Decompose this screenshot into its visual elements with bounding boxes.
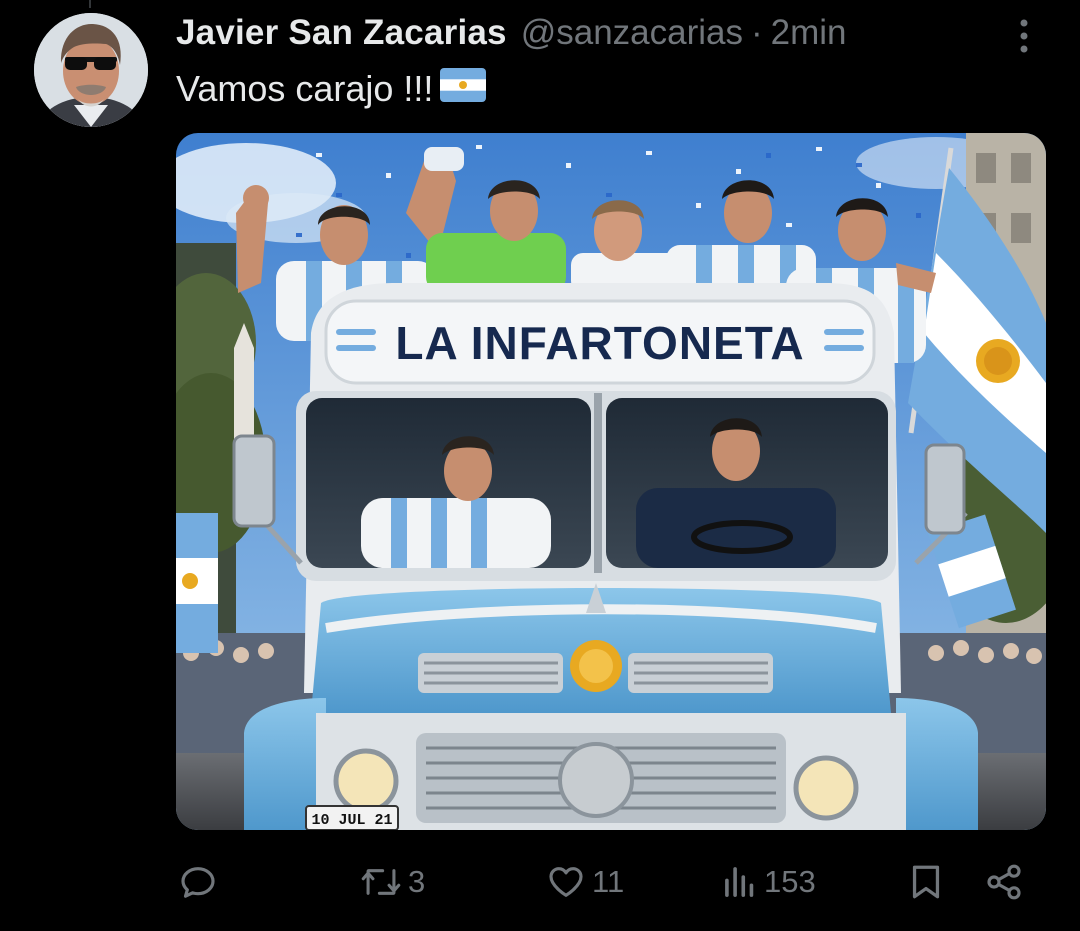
avatar-portrait: [34, 13, 148, 127]
repost-icon: [361, 869, 401, 895]
share-button[interactable]: [984, 855, 1024, 909]
heart-icon: [549, 867, 583, 897]
more-options-button[interactable]: [1004, 16, 1044, 56]
more-vertical-icon: [1020, 19, 1028, 53]
bookmark-icon: [912, 865, 940, 899]
username-handle[interactable]: @sanzacarias: [521, 13, 743, 53]
tweet-header: Javier San Zacarias @sanzacarias · 2min: [176, 10, 847, 56]
argentina-flag-emoji: [439, 67, 487, 112]
tweet-media-image[interactable]: LA INFARTONETA 10 JUL 21: [176, 133, 1046, 830]
avatar[interactable]: [34, 13, 148, 127]
tweet-action-bar: 3 11 153: [176, 855, 1046, 909]
share-icon: [987, 864, 1021, 900]
views-button[interactable]: 153: [722, 855, 816, 909]
tweet-text: Vamos carajo !!!: [176, 66, 487, 112]
timestamp[interactable]: 2min: [771, 13, 847, 53]
bus-parade-illustration: LA INFARTONETA 10 JUL 21: [176, 133, 1046, 830]
repost-button[interactable]: 3: [360, 855, 425, 909]
bookmark-button[interactable]: [908, 855, 944, 909]
like-count: 11: [592, 864, 625, 899]
bus-banner-text: LA INFARTONETA: [395, 317, 804, 369]
views-count: 153: [764, 864, 816, 899]
license-plate: 10 JUL 21: [311, 812, 392, 829]
reply-button[interactable]: [178, 855, 218, 909]
like-button[interactable]: 11: [546, 855, 624, 909]
display-name[interactable]: Javier San Zacarias: [176, 13, 507, 53]
views-icon: [725, 867, 754, 897]
tweet-body: Vamos carajo !!!: [176, 68, 434, 109]
repost-count: 3: [408, 864, 426, 899]
thread-connector-line: [89, 0, 91, 8]
reply-icon: [181, 867, 215, 898]
separator-dot: ·: [751, 13, 763, 52]
